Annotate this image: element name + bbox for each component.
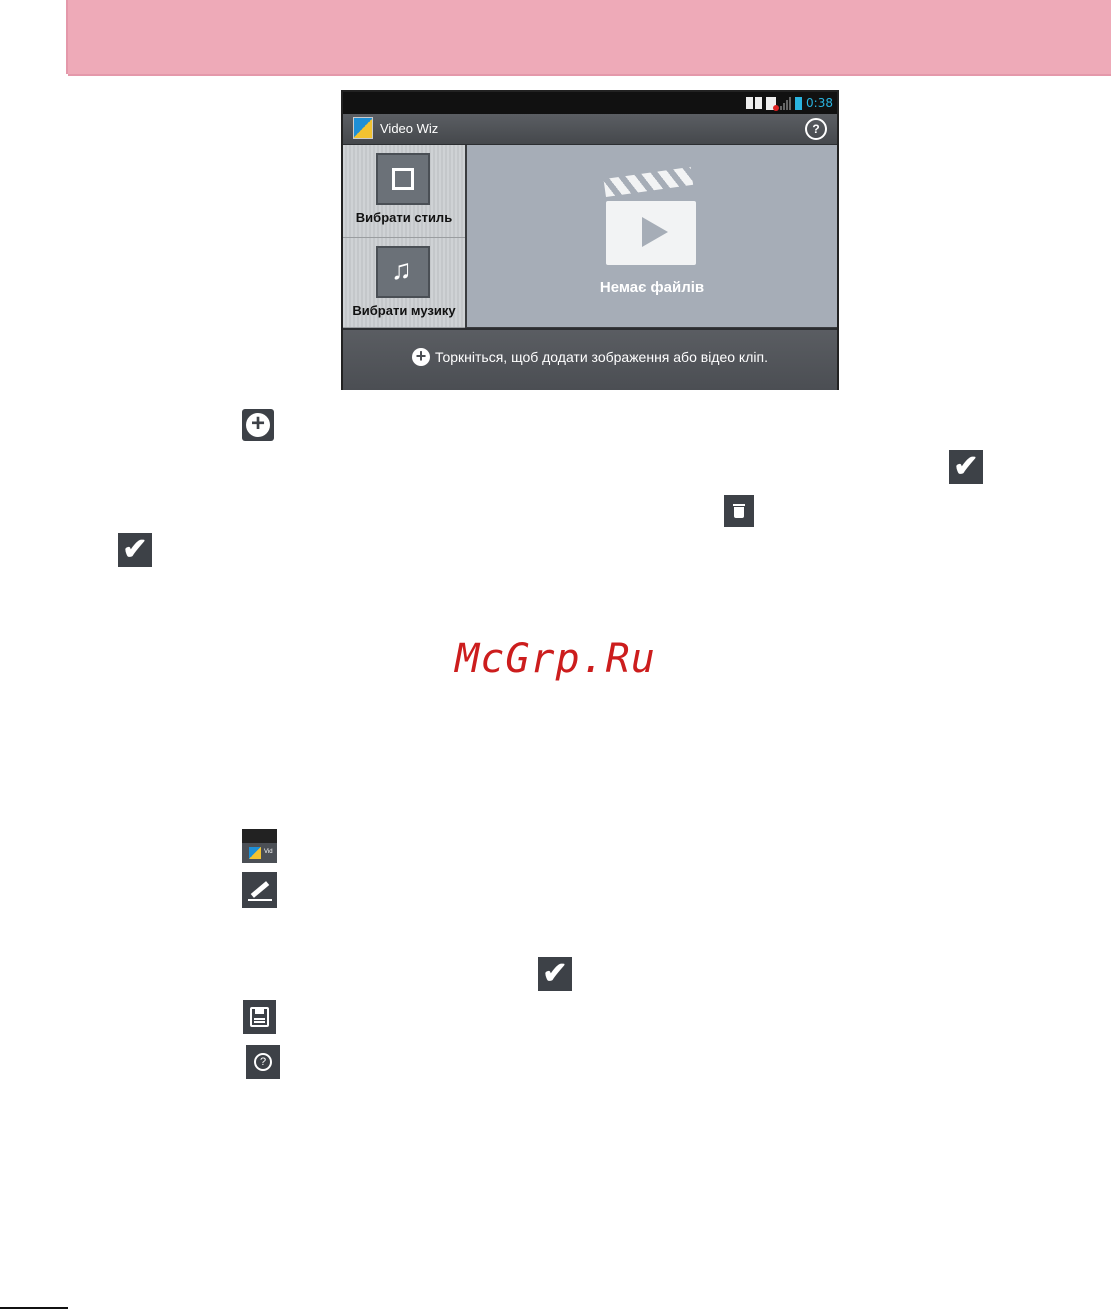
dual-sim-icon	[746, 97, 763, 109]
checkmark-icon: ✔	[118, 533, 152, 567]
checkmark-icon: ✔	[538, 957, 572, 991]
thumb-app-icon	[249, 847, 261, 859]
disk-slot	[255, 1009, 264, 1014]
frame-icon	[392, 168, 414, 190]
style-tile	[376, 153, 430, 205]
checkmark-icon: ✔	[949, 450, 983, 484]
status-bar: 0:38	[343, 92, 837, 114]
add-media-bar[interactable]: + Торкніться, щоб додати зображення або …	[343, 328, 837, 390]
trash-icon	[724, 495, 754, 527]
help-ring: ?	[254, 1053, 272, 1071]
select-music-label: Вибрати музику	[352, 303, 456, 318]
trash-can	[734, 507, 744, 518]
edit-pen-icon	[242, 872, 277, 908]
app-bar: Video Wiz ?	[343, 114, 837, 145]
signal-icon	[780, 96, 792, 110]
plus-icon: +	[412, 347, 431, 366]
add-media-content: + Торкніться, щоб додати зображення або …	[343, 347, 837, 366]
header-band	[68, 0, 1111, 76]
phone-screenshot: 0:38 Video Wiz ? Вибрати стиль ♫ Вибрати…	[341, 90, 839, 390]
watermark: McGrp.Ru	[455, 636, 656, 682]
music-tile: ♫	[376, 246, 430, 298]
disk-label	[254, 1018, 265, 1020]
save-icon	[243, 1000, 276, 1034]
clapperboard-icon	[603, 166, 696, 271]
app-thumbnail-icon: Vid	[242, 829, 277, 863]
status-time: 0:38	[806, 96, 833, 110]
video-wiz-app-icon[interactable]	[353, 117, 373, 139]
pen	[250, 881, 270, 898]
add-media-text: Торкніться, щоб додати зображення або ві…	[435, 349, 768, 365]
add-plus-icon	[242, 409, 274, 441]
thumb-app-text: Vid	[264, 849, 273, 855]
select-style-label: Вибрати стиль	[355, 210, 453, 225]
clapper-stripes	[603, 166, 694, 197]
battery-icon	[795, 96, 803, 110]
select-style-button[interactable]: Вибрати стиль	[343, 145, 465, 238]
help-icon[interactable]: ?	[805, 118, 827, 140]
header-left-rule	[66, 0, 68, 74]
status-icons: 0:38	[746, 96, 833, 111]
select-music-button[interactable]: ♫ Вибрати музику	[343, 238, 465, 328]
no-files-text: Немає файлів	[599, 279, 705, 296]
music-note-icon: ♫	[391, 254, 412, 285]
help-icon: ?	[246, 1045, 280, 1079]
underline	[248, 899, 272, 901]
clapper-play	[606, 201, 696, 265]
preview-area: Немає файлів	[467, 145, 837, 327]
footer-rule	[0, 1307, 68, 1309]
sim-error-icon	[766, 96, 780, 111]
app-title: Video Wiz	[380, 121, 439, 136]
trash-lid	[733, 504, 745, 506]
thumb-status	[242, 829, 277, 843]
